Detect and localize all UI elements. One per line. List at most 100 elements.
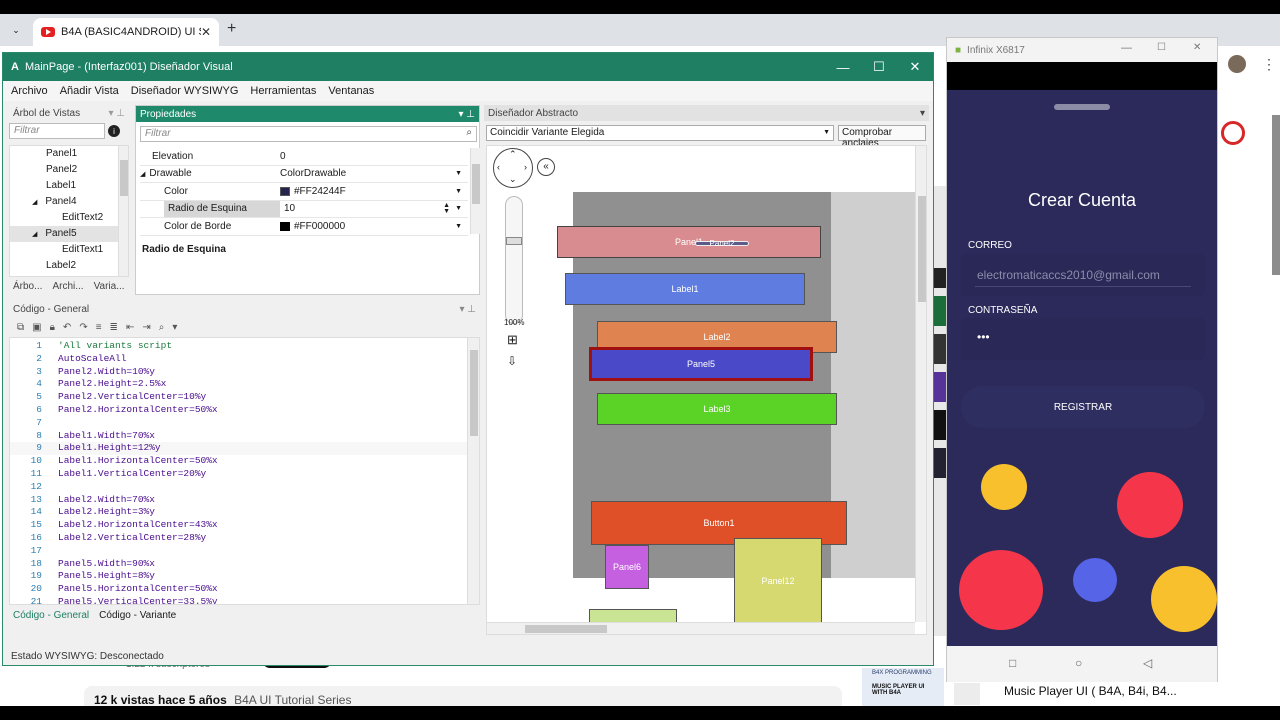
code-line[interactable]: 13 Label2.Width=70%x (10, 494, 479, 507)
menu-archivo[interactable]: Archivo (11, 85, 48, 97)
code-scrollbar[interactable] (467, 338, 479, 604)
close-icon[interactable]: ✕ (201, 25, 211, 39)
pin-icon[interactable]: ▾ ⊥ (108, 108, 125, 119)
variant-select[interactable]: Coincidir Variante Elegida ▼ (486, 125, 834, 141)
close-icon[interactable]: ✕ (1193, 42, 1201, 53)
right-icon[interactable]: › (524, 162, 527, 172)
more-vert-icon[interactable]: ⋮ (1262, 56, 1276, 73)
tree-item-panel5[interactable]: ◢ Panel5 (10, 226, 128, 242)
menu-disenador-wysiwyg[interactable]: Diseñador WYSIWYG (131, 85, 239, 97)
tree-item-edittext2[interactable]: EditText2 (10, 210, 128, 226)
view-panel1[interactable]: Panel1 (557, 226, 821, 258)
designer-v-scrollbar[interactable] (915, 146, 926, 622)
paste-icon[interactable]: ▣ (32, 322, 41, 333)
collapse-icon[interactable]: ◢ (32, 199, 37, 206)
code-editor[interactable]: 1 'All variants script 2 AutoScaleAll 3 Panel… (9, 337, 480, 605)
uncomment-icon[interactable]: ⇥ (142, 322, 150, 333)
info-icon[interactable]: i (108, 125, 120, 137)
minimize-icon[interactable]: — (1121, 42, 1132, 54)
code-line[interactable]: 18 Panel5.Width=90%x (10, 558, 479, 571)
prop-row-drawable[interactable]: ◢ Drawable ColorDrawable ▼ (140, 166, 468, 183)
menu-herramientas[interactable]: Herramientas (250, 85, 316, 97)
view-panel5-selected[interactable]: Panel5 (589, 347, 813, 381)
recents-icon[interactable]: □ (1009, 656, 1016, 670)
code-line[interactable]: 6 Panel2.HorizontalCenter=50%x (10, 404, 479, 417)
tree-item-label2[interactable]: Label2 (10, 258, 128, 274)
options-icon[interactable]: ▾ (172, 322, 177, 333)
check-anchors-button[interactable]: Comprobar anclajes (838, 125, 926, 149)
tab-variants[interactable]: Varia... (94, 281, 125, 292)
maximize-icon[interactable]: ☐ (1157, 42, 1166, 53)
code-line[interactable]: 1 'All variants script (10, 340, 479, 353)
pin-icon[interactable]: ▾ ⊥ (459, 304, 476, 315)
props-scrollbar[interactable] (470, 148, 480, 234)
prop-row-corner-radius[interactable]: Radio de Esquina 10 ▲ ▼ ▼ (140, 200, 468, 218)
comment-icon[interactable]: ⇤ (126, 322, 134, 333)
view-panel2[interactable]: Panel2 (695, 239, 749, 248)
new-tab-icon[interactable]: + (227, 20, 236, 38)
up-icon[interactable]: ⌃ (509, 149, 517, 160)
tab-code-general[interactable]: Código - General (13, 610, 89, 621)
minimize-icon[interactable]: — (825, 53, 861, 81)
code-line[interactable]: 16 Label2.VerticalCenter=28%y (10, 532, 479, 545)
dropdown-icon[interactable]: ▾ (920, 108, 925, 119)
menu-anadir-vista[interactable]: Añadir Vista (60, 85, 119, 97)
code-line[interactable]: 3 Panel2.Width=10%y (10, 366, 479, 379)
code-line[interactable]: 11 Label1.VerticalCenter=20%y (10, 468, 479, 481)
tab-files[interactable]: Archi... (52, 281, 83, 292)
tab-search-icon[interactable]: ⌄ (8, 22, 24, 38)
indent-icon[interactable]: ≡ (96, 322, 102, 333)
tab-tree[interactable]: Árbo... (13, 281, 42, 292)
left-icon[interactable]: ‹ (497, 162, 500, 172)
lock-icon[interactable]: 🔒︎ (50, 322, 55, 333)
view-label3[interactable]: Label3 (597, 393, 837, 425)
redo-icon[interactable]: ↷ (79, 322, 87, 333)
tree-scrollbar[interactable] (118, 146, 128, 276)
tree-item-panel2[interactable]: Panel2 (10, 162, 128, 178)
collapse-icon[interactable]: ◢ (32, 231, 37, 238)
view-panel6[interactable]: Panel6 (605, 545, 649, 589)
code-line[interactable]: 4 Panel2.Height=2.5%x (10, 378, 479, 391)
prop-value-input[interactable]: 10 (280, 203, 440, 214)
prop-row-elevation[interactable]: Elevation 0 (140, 148, 468, 166)
code-line[interactable]: 9 Label1.Height=12%y (10, 442, 479, 456)
code-line[interactable]: 20 Panel5.HorizontalCenter=50%x (10, 583, 479, 596)
down-icon[interactable]: ⌄ (509, 174, 517, 185)
dropdown-icon[interactable]: ▼ (455, 170, 462, 177)
tab-code-variant[interactable]: Código - Variante (99, 610, 176, 621)
spinner-icon[interactable]: ▲ ▼ (443, 202, 450, 215)
dropdown-icon[interactable]: ▼ (455, 223, 462, 230)
maximize-icon[interactable]: ☐ (861, 53, 897, 81)
designer-h-scrollbar[interactable] (487, 622, 915, 634)
tree-item-edittext1[interactable]: EditText1 (10, 242, 128, 258)
code-line[interactable]: 17 (10, 545, 479, 558)
code-line[interactable]: 12 (10, 481, 479, 494)
back-icon[interactable]: ◁ (1143, 656, 1152, 670)
find-icon[interactable]: ⌕ (159, 322, 165, 333)
code-line[interactable]: 5 Panel2.VerticalCenter=10%y (10, 391, 479, 404)
export-icon[interactable]: ⇩ (507, 354, 517, 368)
undo-icon[interactable]: ↶ (63, 322, 71, 333)
side-video-thumbnail[interactable]: B4X PROGRAMMING MUSIC PLAYER UI WITH B4A (862, 668, 944, 706)
tree-item-label1[interactable]: Label1 (10, 178, 128, 194)
register-button[interactable]: REGISTRAR (961, 386, 1205, 428)
tree-filter-input[interactable]: Filtrar (9, 123, 105, 139)
outdent-icon[interactable]: ≣ (110, 322, 118, 333)
side-video-title[interactable]: Music Player UI ( B4A, B4i, B4... (1004, 684, 1177, 698)
home-icon[interactable]: ○ (1075, 656, 1082, 670)
code-line[interactable]: 21 Panel5.VerticalCenter=33.5%y (10, 596, 479, 604)
dropdown-icon[interactable]: ▼ (455, 205, 462, 212)
tree-item-panel4[interactable]: ◢ Panel4 (10, 194, 128, 210)
pan-pad[interactable]: ⌃ ⌄ ‹ › (493, 148, 533, 188)
code-line[interactable]: 19 Panel5.Height=8%y (10, 570, 479, 583)
code-line[interactable]: 7 (10, 417, 479, 430)
designer-canvas[interactable]: ⌃ ⌄ ‹ › « 100% ⊞ ⇩ Panel1 Panel2 Label1 … (486, 145, 927, 635)
code-line[interactable]: 8 Label1.Width=70%x (10, 430, 479, 443)
email-field[interactable]: electromaticaccs2010@gmail.com (961, 254, 1205, 296)
pin-icon[interactable]: ▾ ⊥ (458, 109, 475, 120)
extension-icon[interactable] (1221, 121, 1245, 145)
props-filter-input[interactable]: Filtrar ⌕ (140, 126, 477, 142)
code-line[interactable]: 10 Label1.HorizontalCenter=50%x (10, 455, 479, 468)
collapse-panel-icon[interactable]: « (537, 158, 555, 176)
menu-ventanas[interactable]: Ventanas (328, 85, 374, 97)
